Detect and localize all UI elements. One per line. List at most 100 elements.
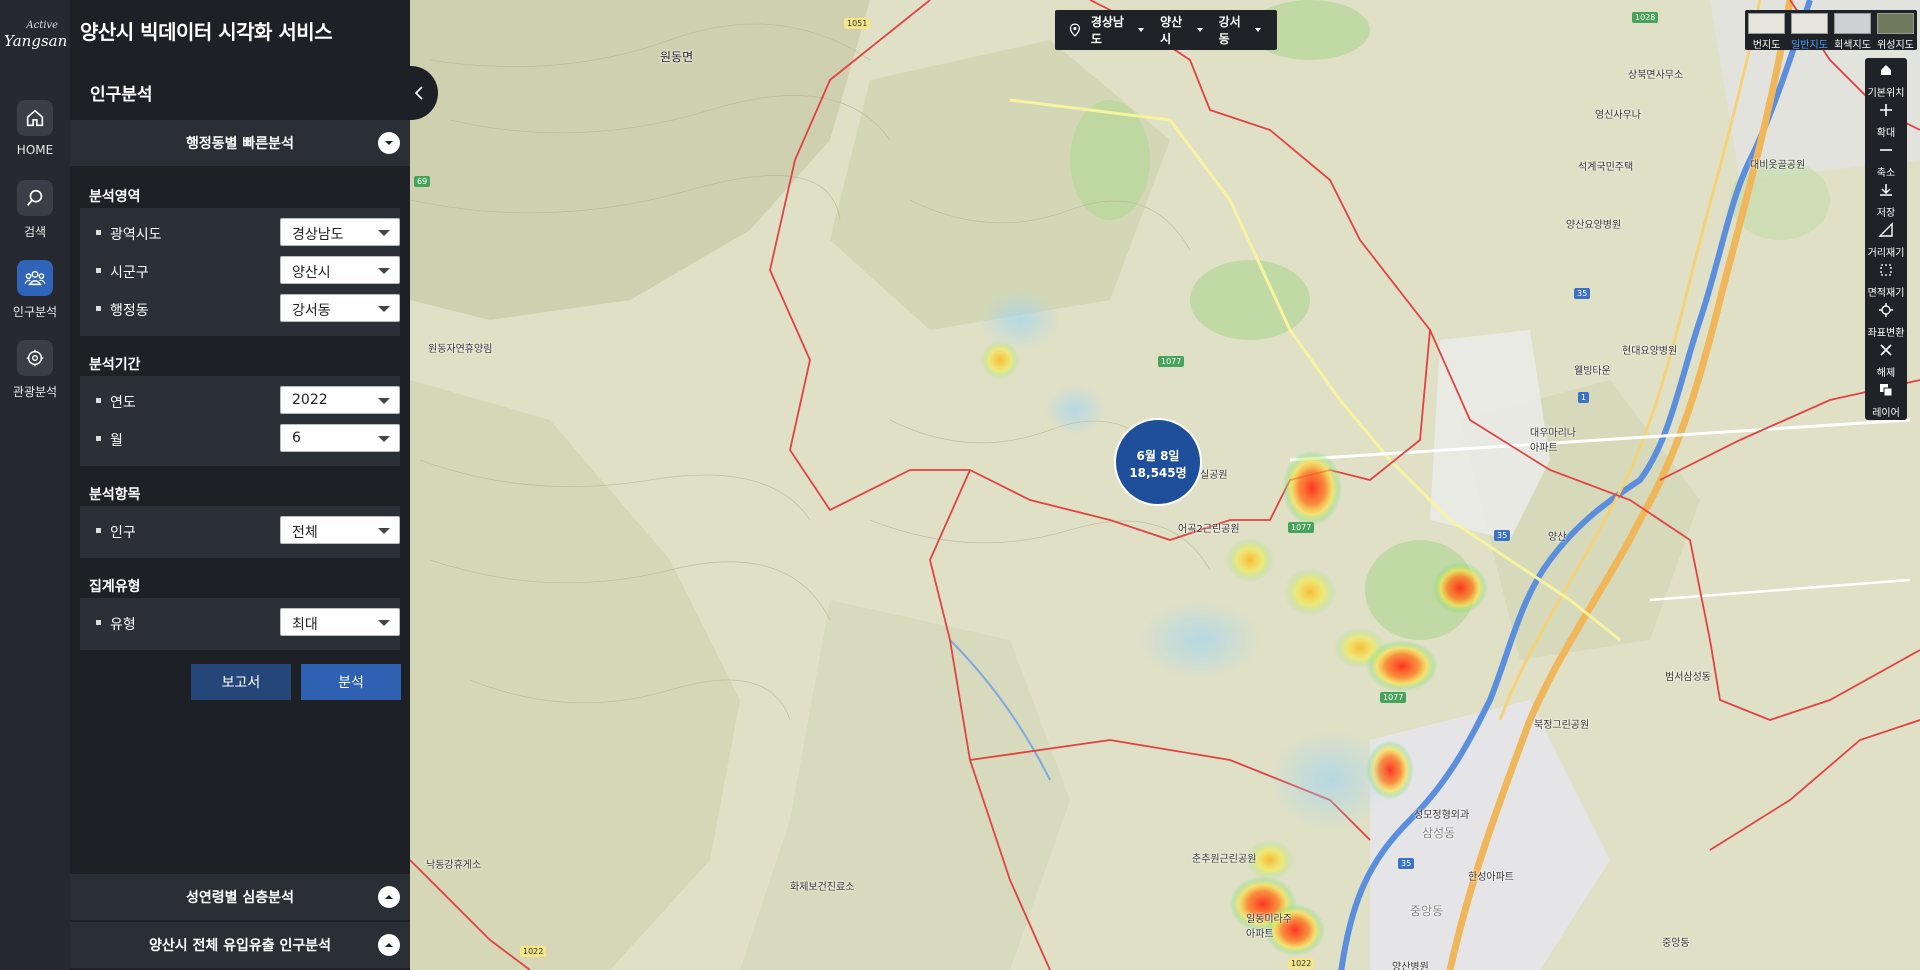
caret-down-icon <box>378 398 390 404</box>
rail-item-population[interactable]: 인구분석 <box>0 260 70 330</box>
age-gender-header[interactable]: 성연령별 심층분석 <box>70 874 410 920</box>
quick-analysis-label: 행정동별 빠른분석 <box>186 136 294 152</box>
logo-small-text: Active <box>26 20 58 31</box>
map-type-option[interactable]: 위성지도 <box>1874 10 1917 51</box>
map-thumbnail <box>1748 13 1785 34</box>
download-icon <box>1880 184 1892 196</box>
clear-icon <box>1880 344 1892 356</box>
analyze-button[interactable]: 분석 <box>301 664 401 700</box>
peak-marker[interactable]: 6월 8일 18,545명 <box>1114 418 1202 506</box>
ruler-icon <box>1878 222 1893 237</box>
place-label: 한성아파트 <box>1468 872 1514 883</box>
province-select[interactable]: 경상남도 <box>280 218 400 246</box>
bullet <box>96 306 101 311</box>
zoom-out-button[interactable]: 축소 <box>1865 138 1907 179</box>
place-label: 중앙동 <box>1410 904 1444 918</box>
place-label: 화제보건진료소 <box>790 882 855 893</box>
caret-down-icon <box>378 528 390 534</box>
home-icon <box>1881 65 1891 75</box>
road-number: 1077 <box>1288 522 1315 533</box>
select-value: 2022 <box>292 392 328 408</box>
dong-dropdown[interactable]: 강서동 <box>1219 13 1261 47</box>
yangsan-logo[interactable]: Active Yangsan <box>2 18 68 58</box>
place-label: 삼성동 <box>1422 826 1456 840</box>
tool-label: 해제 <box>1876 368 1896 379</box>
caret-down-icon <box>378 306 390 312</box>
zoom-in-icon <box>1880 104 1892 116</box>
tool-label: 면적재기 <box>1867 288 1905 299</box>
select-value: 강서동 <box>292 303 331 319</box>
row-type: 유형 최대 <box>80 604 400 642</box>
place-label: 원동면 <box>660 50 694 64</box>
dong-select[interactable]: 강서동 <box>280 294 400 322</box>
tool-label: 축소 <box>1876 168 1896 179</box>
rail-label: 관광분석 <box>12 385 58 399</box>
map-type-option[interactable]: 회색지도 <box>1831 10 1874 51</box>
layer-button[interactable]: 레이어 <box>1865 378 1907 419</box>
bullet <box>96 528 101 533</box>
city-select[interactable]: 양산시 <box>280 256 400 284</box>
province-dropdown-label: 경상남도 <box>1090 15 1124 46</box>
rail-label: HOME <box>16 143 54 157</box>
row-label: 유형 <box>110 617 136 633</box>
road-number: 69 <box>414 176 431 187</box>
bullet <box>96 620 101 625</box>
row-city: 시군구 양산시 <box>80 252 400 290</box>
place-label: 양산 <box>1548 532 1567 543</box>
inflow-outflow-header[interactable]: 양산시 전체 유입유출 인구분석 <box>70 922 410 968</box>
place-label: 양산병원 <box>1392 962 1429 970</box>
place-label: 북정그린공원 <box>1534 720 1590 731</box>
bullet <box>96 398 101 403</box>
chevron-left-icon <box>414 86 423 100</box>
location-pin-icon <box>1069 23 1080 37</box>
rail-item-tourism[interactable]: 관광분석 <box>0 340 70 410</box>
chevron-down-icon[interactable] <box>378 132 400 154</box>
group-title: 분석기간 <box>80 346 400 376</box>
place-label: 낙동강휴게소 <box>426 860 482 871</box>
caret-down-icon <box>1196 28 1203 32</box>
select-value: 최대 <box>292 617 318 633</box>
place-label: 실공원 <box>1200 470 1228 481</box>
logo-big-text: Yangsan <box>4 32 68 50</box>
chevron-up-icon[interactable] <box>378 934 400 956</box>
place-label: 양산요양병원 <box>1566 220 1622 231</box>
map-type-option[interactable]: 번지도 <box>1745 10 1788 51</box>
caret-down-icon <box>378 230 390 236</box>
clear-button[interactable]: 해제 <box>1865 338 1907 379</box>
row-year: 연도 2022 <box>80 382 400 420</box>
default-location-button[interactable]: 기본위치 <box>1865 58 1907 99</box>
home-icon <box>17 100 53 136</box>
map-type-option[interactable]: 일반지도 <box>1788 10 1831 51</box>
map-view[interactable]: 원동면 원동자연휴양림 어곡2근린공원 실공원 상북면사무소 영신사우나 석계국… <box>410 0 1920 970</box>
dong-dropdown-label: 강서동 <box>1218 15 1241 46</box>
year-select[interactable]: 2022 <box>280 386 400 414</box>
place-label: 웰빙타운 <box>1574 366 1611 377</box>
group-item: 분석항목 인구 전체 <box>80 476 400 558</box>
place-label: 영신사우나 <box>1595 110 1641 121</box>
road-number: 1022 <box>1288 958 1315 969</box>
tourism-icon <box>17 340 53 376</box>
caret-down-icon <box>378 620 390 626</box>
quick-analysis-header[interactable]: 행정동별 빠른분석 <box>70 120 410 166</box>
month-select[interactable]: 6 <box>280 424 400 452</box>
section-title: 인구분석 <box>90 85 153 105</box>
measure-distance-button[interactable]: 거리재기 <box>1865 218 1907 259</box>
city-dropdown[interactable]: 양산시 <box>1160 13 1203 47</box>
report-button[interactable]: 보고서 <box>191 664 291 700</box>
type-select[interactable]: 최대 <box>280 608 400 636</box>
row-label: 연도 <box>110 395 136 411</box>
bullet <box>96 436 101 441</box>
rail-item-home[interactable]: HOME <box>0 100 70 170</box>
map-thumbnail <box>1791 13 1828 34</box>
row-label: 인구 <box>110 525 136 541</box>
bullet <box>96 230 101 235</box>
coordinate-convert-button[interactable]: 좌표변환 <box>1865 298 1907 339</box>
population-select[interactable]: 전체 <box>280 516 400 544</box>
zoom-in-button[interactable]: 확대 <box>1865 98 1907 139</box>
province-dropdown[interactable]: 경상남도 <box>1090 13 1145 47</box>
map-type-label: 번지도 <box>1752 40 1781 51</box>
save-button[interactable]: 저장 <box>1865 178 1907 219</box>
measure-area-button[interactable]: 면적재기 <box>1865 258 1907 299</box>
rail-item-search[interactable]: 검색 <box>0 180 70 250</box>
chevron-up-icon[interactable] <box>378 886 400 908</box>
